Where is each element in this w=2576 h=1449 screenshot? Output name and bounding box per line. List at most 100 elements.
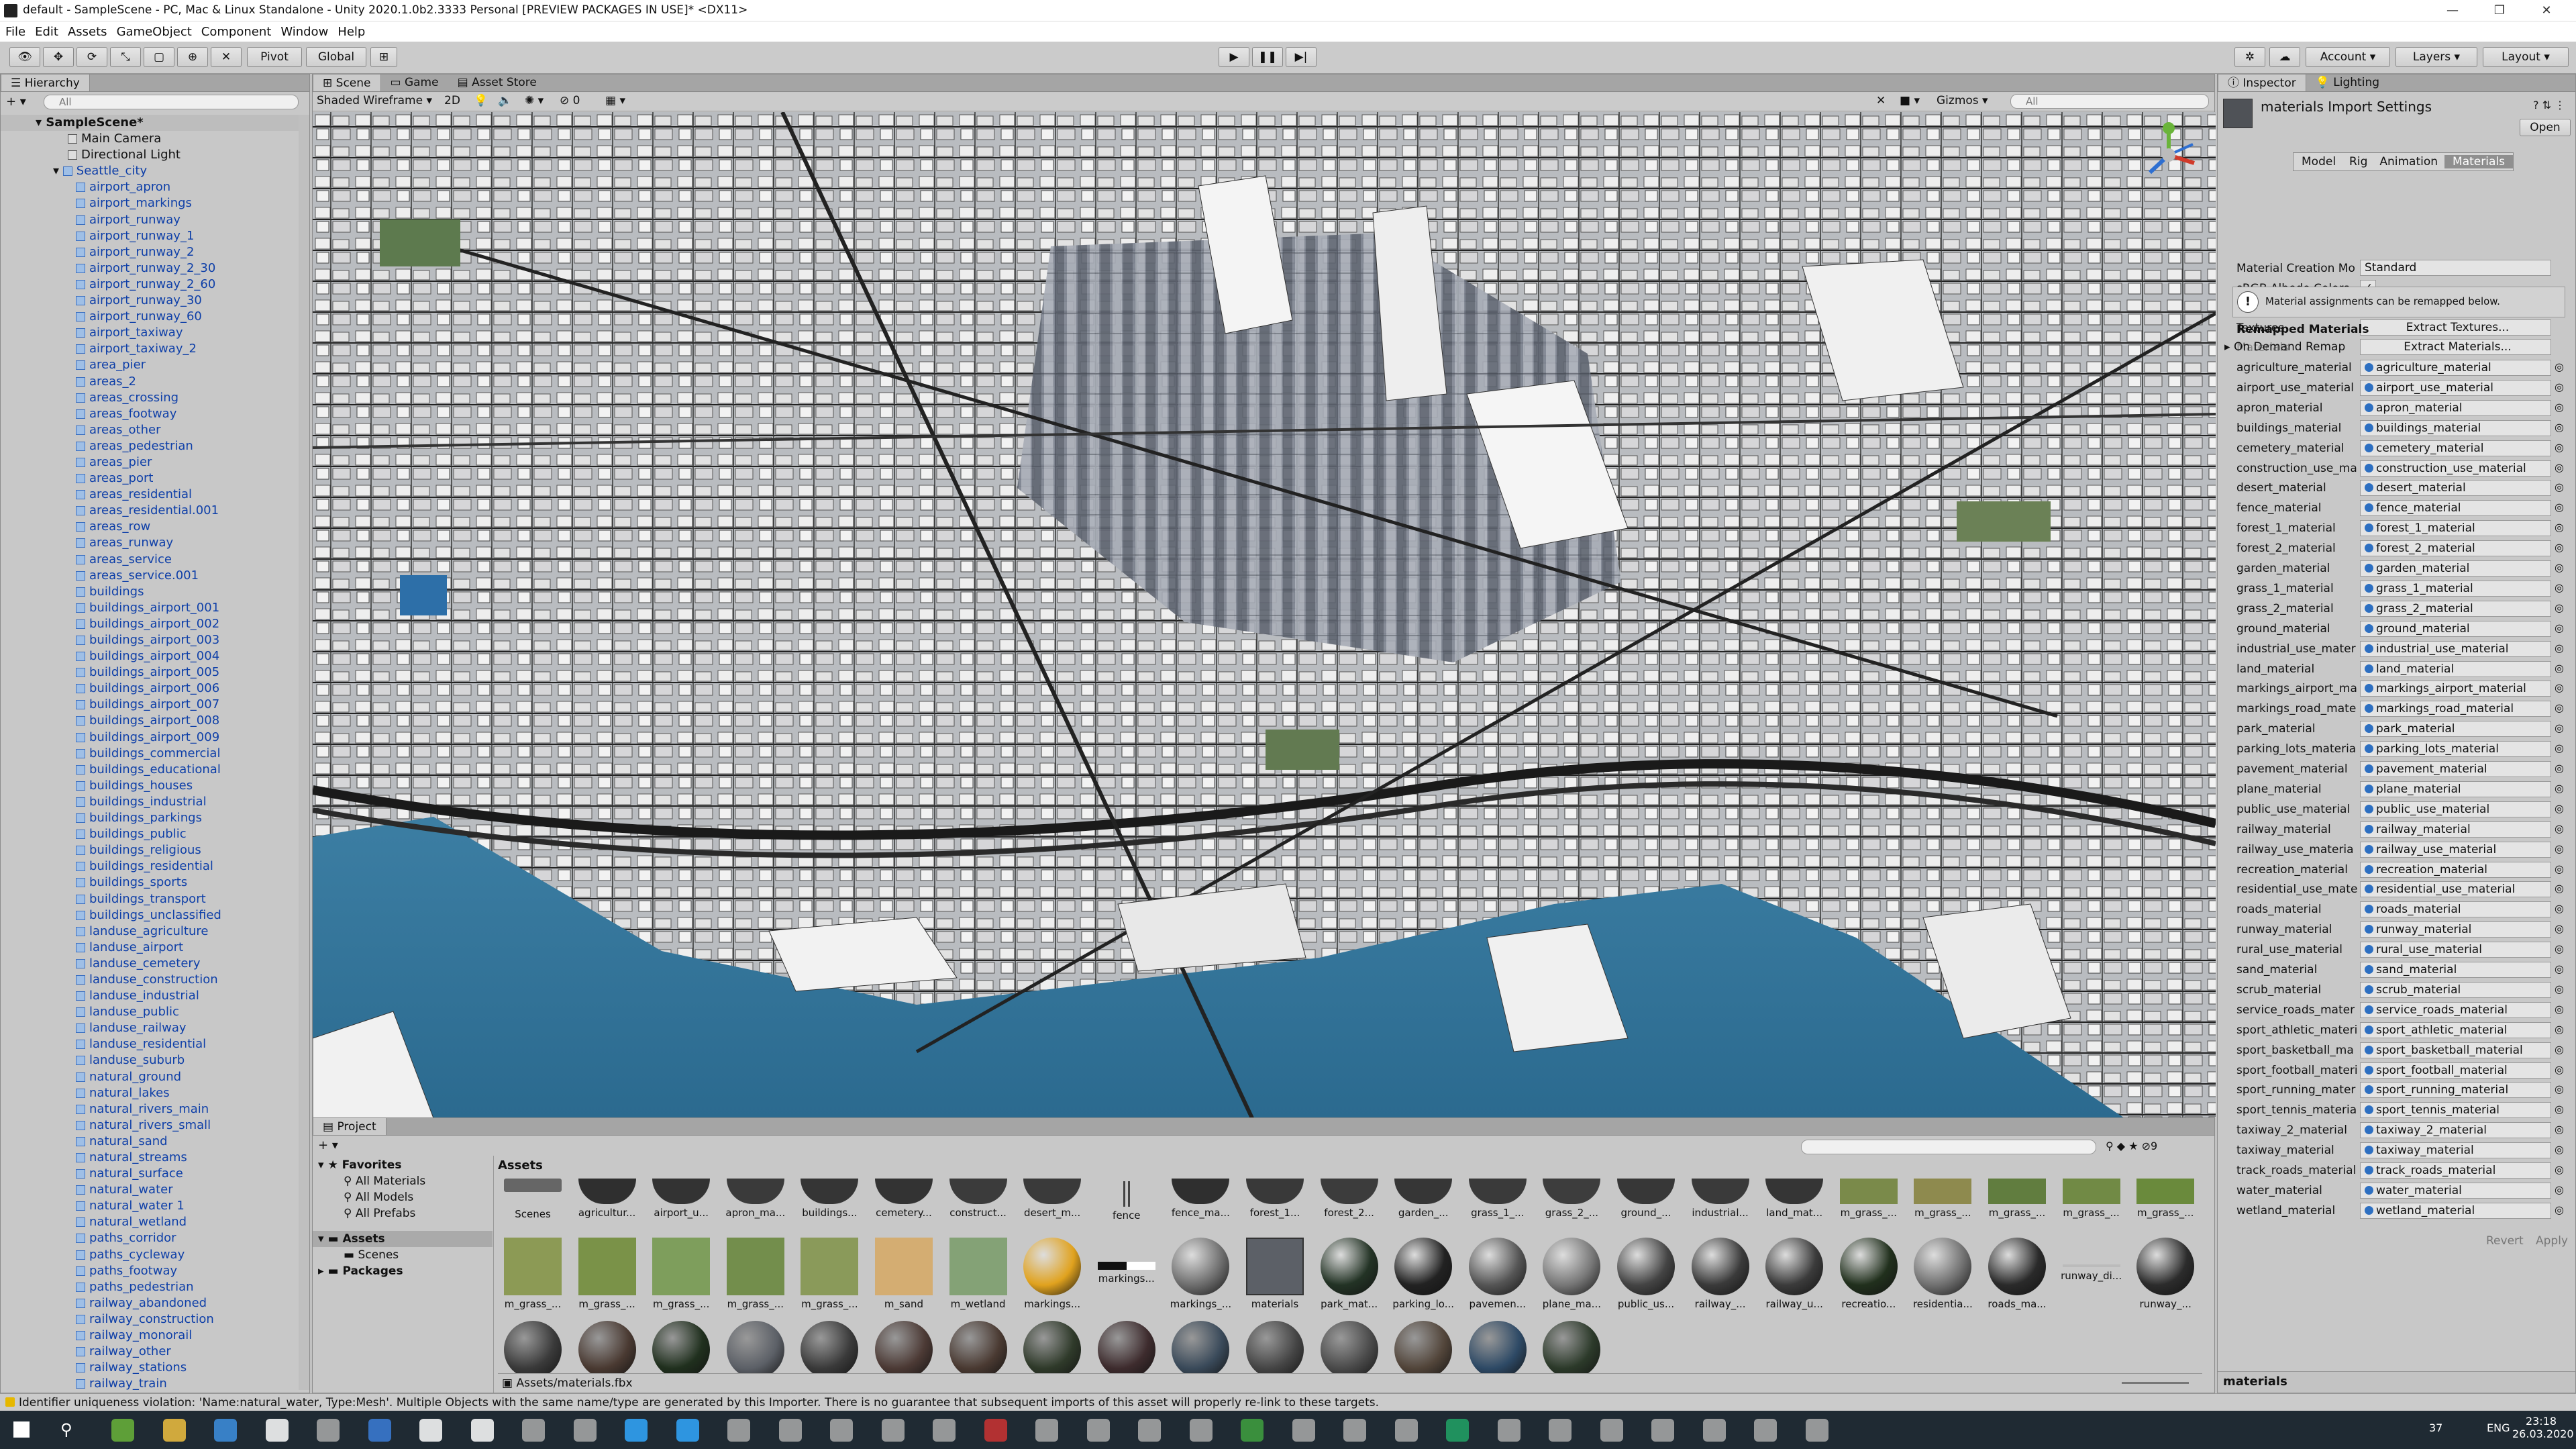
hierarchy-item[interactable]: buildings_parkings <box>1 810 299 826</box>
taskbar-app-icon[interactable] <box>1754 1419 1777 1442</box>
hierarchy-item[interactable]: railway_abandoned <box>1 1295 299 1311</box>
remap-field[interactable]: desert_material <box>2360 480 2551 497</box>
object-picker-icon[interactable]: ◎ <box>2555 862 2564 875</box>
hierarchy-item[interactable]: landuse_agriculture <box>1 923 299 940</box>
hierarchy-item[interactable]: buildings_residential <box>1 858 299 875</box>
object-picker-icon[interactable]: ◎ <box>2555 601 2564 614</box>
remap-field[interactable]: apron_material <box>2360 399 2551 416</box>
account-dropdown[interactable]: Account ▾ <box>2306 47 2390 67</box>
snap-icon[interactable]: ⊞ <box>370 47 397 67</box>
hierarchy-item[interactable]: natural_ground <box>1 1069 299 1085</box>
object-picker-icon[interactable]: ◎ <box>2555 1143 2564 1156</box>
asset-item[interactable] <box>1391 1321 1455 1373</box>
rotate-tool-icon[interactable]: ⟳ <box>76 47 107 67</box>
object-picker-icon[interactable]: ◎ <box>2555 882 2564 895</box>
hierarchy-item[interactable]: areas_service <box>1 552 299 568</box>
hand-tool-icon[interactable]: 👁 <box>9 47 40 67</box>
object-picker-icon[interactable]: ◎ <box>2555 561 2564 574</box>
revert-button[interactable]: Revert <box>2486 1234 2524 1248</box>
hierarchy-item[interactable]: landuse_public <box>1 1004 299 1020</box>
taskbar-app-icon[interactable] <box>727 1419 750 1442</box>
gizmos-dropdown[interactable]: Gizmos ▾ <box>1937 94 1988 107</box>
object-picker-icon[interactable]: ◎ <box>2555 721 2564 734</box>
remap-field[interactable]: sport_basketball_material <box>2360 1042 2551 1058</box>
hierarchy-item[interactable]: buildings_unclassified <box>1 907 299 923</box>
asset-item[interactable] <box>1094 1321 1159 1373</box>
hierarchy-item[interactable]: buildings_educational <box>1 762 299 778</box>
project-search-input[interactable] <box>1801 1140 2096 1154</box>
asset-item[interactable]: parking_lo... <box>1391 1238 1455 1317</box>
hierarchy-item[interactable]: airport_taxiway <box>1 325 299 341</box>
object-picker-icon[interactable]: ◎ <box>2555 441 2564 454</box>
search-icon[interactable]: ⚲ <box>60 1420 72 1439</box>
orientation-gizmo[interactable] <box>2135 121 2202 189</box>
asset-item[interactable]: runway_... <box>2133 1238 2198 1317</box>
hierarchy-item[interactable]: areas_crossing <box>1 390 299 406</box>
hierarchy-item[interactable]: landuse_residential <box>1 1036 299 1052</box>
hierarchy-item[interactable]: landuse_airport <box>1 940 299 956</box>
object-picker-icon[interactable]: ◎ <box>2555 521 2564 534</box>
mode-2d-toggle[interactable]: 2D <box>444 94 460 107</box>
object-picker-icon[interactable]: ◎ <box>2555 902 2564 915</box>
menu-component[interactable]: Component <box>201 25 272 39</box>
global-button[interactable]: Global <box>306 47 366 67</box>
object-picker-icon[interactable]: ◎ <box>2555 501 2564 513</box>
hierarchy-item[interactable]: areas_row <box>1 519 299 535</box>
asset-item[interactable] <box>723 1321 788 1373</box>
taskbar-app-icon[interactable] <box>111 1419 134 1442</box>
remap-field[interactable]: parking_lots_material <box>2360 741 2551 758</box>
subtab-materials[interactable]: Materials <box>2444 155 2513 168</box>
hierarchy-item[interactable]: area_pier <box>1 357 299 373</box>
layers-dropdown[interactable]: Layers ▾ <box>2395 47 2477 67</box>
asset-item[interactable] <box>1317 1321 1382 1373</box>
object-picker-icon[interactable]: ◎ <box>2555 621 2564 634</box>
asset-item[interactable] <box>1020 1321 1084 1373</box>
menu-edit[interactable]: Edit <box>35 25 58 39</box>
asset-item[interactable]: m_grass_... <box>649 1238 713 1317</box>
object-picker-icon[interactable]: ◎ <box>2555 1083 2564 1095</box>
subtab-rig[interactable]: Rig <box>2344 155 2373 168</box>
effects-dropdown-icon[interactable]: ✺ ▾ <box>525 94 544 107</box>
taskbar-app-icon[interactable] <box>162 1419 186 1442</box>
hierarchy-item[interactable]: paths_cycleway <box>1 1247 299 1263</box>
taskbar-app-icon[interactable] <box>830 1419 853 1442</box>
asset-item[interactable]: roads_ma... <box>1985 1238 2049 1317</box>
hierarchy-item[interactable]: areas_footway <box>1 406 299 422</box>
remap-field[interactable]: sport_football_material <box>2360 1062 2551 1079</box>
lighting-toggle-icon[interactable]: 💡 <box>474 94 488 107</box>
grid-dropdown-icon[interactable]: ▦ ▾ <box>605 94 625 107</box>
hierarchy-item[interactable]: natural_lakes <box>1 1085 299 1101</box>
remap-field[interactable]: wetland_material <box>2360 1202 2551 1219</box>
hierarchy-item[interactable]: airport_markings <box>1 195 299 211</box>
hierarchy-item[interactable]: areas_residential.001 <box>1 503 299 519</box>
taskbar-app-icon[interactable] <box>1394 1419 1418 1442</box>
hierarchy-item[interactable]: buildings_airport_006 <box>1 681 299 697</box>
remap-field[interactable]: markings_road_material <box>2360 701 2551 717</box>
object-picker-icon[interactable]: ◎ <box>2555 581 2564 594</box>
hierarchy-item[interactable]: airport_taxiway_2 <box>1 341 299 357</box>
asset-item[interactable] <box>575 1321 639 1373</box>
custom-tool-icon[interactable]: ✕ <box>211 47 242 67</box>
object-picker-icon[interactable]: ◎ <box>2555 701 2564 714</box>
favorites-folder[interactable]: ▾ ★ Favorites <box>318 1158 401 1172</box>
hierarchy-item[interactable]: railway_construction <box>1 1311 299 1328</box>
hierarchy-item[interactable]: natural_streams <box>1 1150 299 1166</box>
taskbar-app-icon[interactable] <box>1189 1419 1213 1442</box>
taskbar-app-icon[interactable] <box>1035 1419 1058 1442</box>
object-picker-icon[interactable]: ◎ <box>2555 461 2564 474</box>
hierarchy-item[interactable]: natural_wetland <box>1 1214 299 1230</box>
object-picker-icon[interactable]: ◎ <box>2555 822 2564 835</box>
asset-item[interactable]: m_sand <box>872 1238 936 1317</box>
remap-field[interactable]: rural_use_material <box>2360 942 2551 958</box>
asset-item[interactable] <box>501 1321 565 1373</box>
hierarchy-item[interactable]: buildings_airport_001 <box>1 600 299 616</box>
hierarchy-item[interactable]: airport_apron <box>1 179 299 195</box>
hierarchy-item[interactable]: areas_2 <box>1 374 299 390</box>
object-picker-icon[interactable]: ◎ <box>2555 1163 2564 1176</box>
object-picker-icon[interactable]: ◎ <box>2555 541 2564 554</box>
tools-icon[interactable]: ✕ <box>1876 94 1886 107</box>
assets-folder[interactable]: ▾ ▬ Assets <box>313 1231 493 1247</box>
remap-field[interactable]: land_material <box>2360 660 2551 677</box>
remap-field[interactable]: sport_athletic_material <box>2360 1021 2551 1038</box>
taskbar-app-icon[interactable] <box>676 1419 699 1442</box>
